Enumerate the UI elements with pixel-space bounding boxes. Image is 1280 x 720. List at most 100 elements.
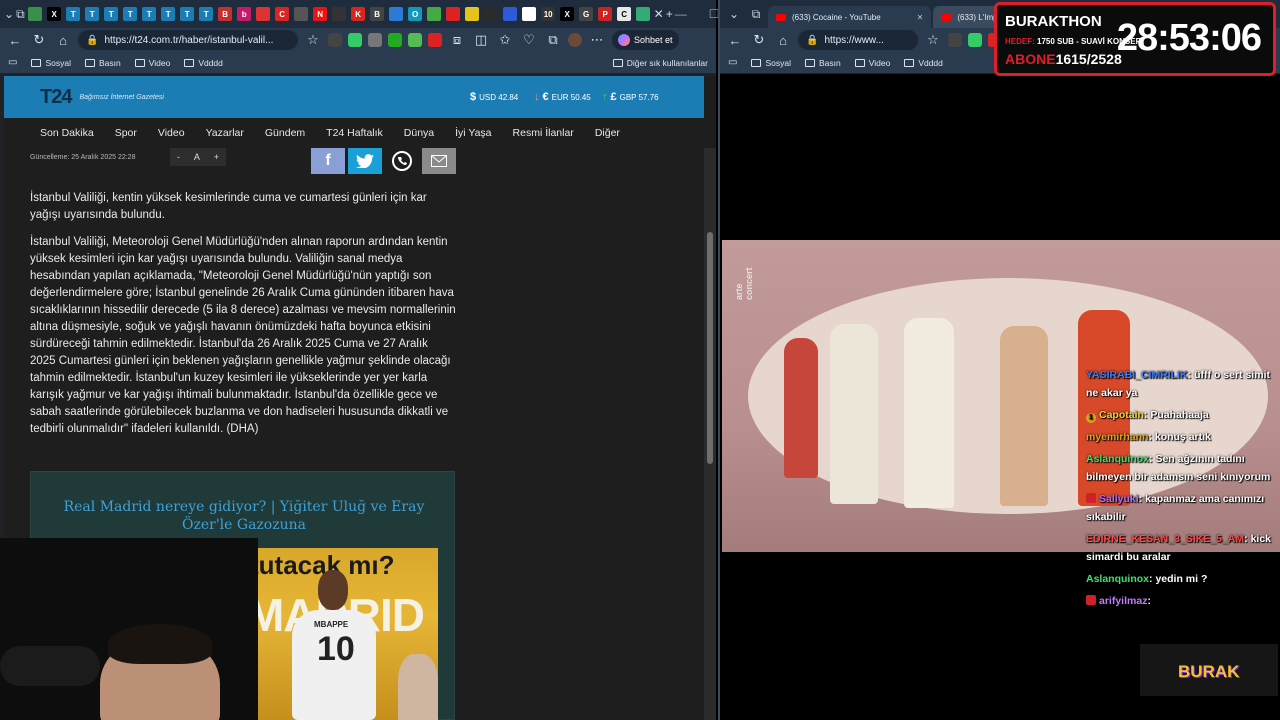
tab-favicon[interactable]: [256, 7, 271, 21]
tab-favicon[interactable]: N: [313, 7, 328, 21]
promo-thumbnail[interactable]: tutacak mı? MADRID MBAPPE 10: [254, 548, 438, 720]
tab-favicon[interactable]: C: [617, 7, 632, 21]
tab-favicon[interactable]: X: [560, 7, 575, 21]
tab-favicon[interactable]: [332, 7, 347, 21]
tab-favicon[interactable]: G: [579, 7, 594, 21]
tab-favicon[interactable]: [484, 7, 499, 21]
tab-favicon[interactable]: B: [218, 7, 233, 21]
extension-icon[interactable]: [428, 33, 442, 47]
workspaces-icon[interactable]: ⧉: [16, 4, 25, 24]
close-tab-icon[interactable]: ✕: [917, 13, 924, 22]
site-logo[interactable]: T24: [40, 86, 72, 109]
tab-favicon[interactable]: [465, 7, 480, 21]
nav-item[interactable]: Yazarlar: [206, 127, 244, 139]
new-tab-button[interactable]: +: [666, 4, 673, 24]
bookmark-folder[interactable]: Vdddd: [184, 58, 223, 68]
copilot-button[interactable]: Sohbet et: [612, 30, 679, 50]
facebook-icon[interactable]: f: [311, 148, 345, 174]
nav-item[interactable]: Gündem: [265, 127, 305, 139]
star-icon[interactable]: ☆: [924, 31, 942, 49]
nav-item[interactable]: Resmi İlanlar: [513, 127, 574, 139]
chat-username[interactable]: Sallyuki: [1099, 493, 1139, 505]
extension-icon[interactable]: [408, 33, 422, 47]
font-decrease-button[interactable]: -: [177, 152, 180, 162]
font-reset-button[interactable]: A: [194, 152, 200, 162]
chat-username[interactable]: Aslanquinox: [1086, 573, 1149, 585]
home-icon[interactable]: ⌂: [774, 31, 792, 49]
chat-username[interactable]: myemirhann: [1086, 431, 1148, 443]
video-player[interactable]: arte concert YASIRABI_CIMRILIK: üfff o s…: [722, 76, 1280, 720]
home-icon[interactable]: ⌂: [54, 31, 72, 49]
email-icon[interactable]: [422, 148, 456, 174]
bookmark-folder[interactable]: Video: [854, 58, 890, 68]
other-favorites[interactable]: Diğer sık kullanılanlar: [612, 58, 708, 68]
puzzle-icon[interactable]: ⧈: [448, 31, 466, 49]
chat-username[interactable]: arifyilmaz: [1099, 595, 1147, 607]
profile-avatar[interactable]: [568, 33, 582, 47]
collections-icon[interactable]: ⧉: [544, 31, 562, 49]
refresh-icon[interactable]: ↻: [30, 31, 48, 49]
extension-icon[interactable]: [968, 33, 982, 47]
chat-username[interactable]: YASIRABI_CIMRILIK: [1086, 369, 1188, 381]
page-scrollbar[interactable]: [704, 148, 716, 720]
more-icon[interactable]: ⋯: [588, 31, 606, 49]
tab-favicon[interactable]: [427, 7, 442, 21]
favorites-icon[interactable]: ✩: [496, 31, 514, 49]
tab-favicon[interactable]: [28, 7, 43, 21]
address-bar[interactable]: 🔒 https://t24.com.tr/haber/istanbul-vali…: [78, 30, 298, 50]
twitter-icon[interactable]: [348, 148, 382, 174]
tab-favicon[interactable]: T: [123, 7, 138, 21]
tab-favicon[interactable]: [503, 7, 518, 21]
extension-icon[interactable]: [328, 33, 342, 47]
bookmark-folder[interactable]: Basın: [804, 58, 841, 68]
tab-favicon[interactable]: O: [408, 7, 423, 21]
minimize-icon[interactable]: —: [675, 7, 687, 21]
chat-username[interactable]: Capotain: [1099, 409, 1144, 421]
tab-list-button[interactable]: ⌄: [724, 4, 744, 24]
nav-item[interactable]: T24 Haftalık: [326, 127, 383, 139]
sidebar-icon[interactable]: ▭: [728, 57, 737, 68]
tab-favicon[interactable]: B: [370, 7, 385, 21]
tab-favicon[interactable]: [294, 7, 309, 21]
address-bar[interactable]: 🔒 https://www...: [798, 30, 918, 50]
bookmark-folder[interactable]: Vdddd: [904, 58, 943, 68]
tab-favicon[interactable]: 10: [541, 7, 556, 21]
tab-list-button[interactable]: ⌄: [4, 4, 14, 24]
extension-icon[interactable]: [348, 33, 362, 47]
extension-icon[interactable]: [368, 33, 382, 47]
bookmark-folder[interactable]: Sosyal: [751, 58, 791, 68]
tab-favicon[interactable]: [389, 7, 404, 21]
nav-item[interactable]: Son Dakika: [40, 127, 94, 139]
scrollbar-thumb[interactable]: [707, 232, 713, 464]
tab-youtube[interactable]: (633) Cocaine - YouTube ✕: [768, 6, 932, 28]
split-screen-icon[interactable]: ◫: [472, 31, 490, 49]
tab-favicon[interactable]: K: [351, 7, 366, 21]
nav-item[interactable]: Spor: [115, 127, 137, 139]
tab-favicon[interactable]: T: [161, 7, 176, 21]
tab-favicon[interactable]: [522, 7, 537, 21]
extension-icon[interactable]: [948, 33, 962, 47]
back-icon[interactable]: ←: [726, 31, 744, 49]
nav-item[interactable]: İyi Yaşa: [455, 127, 491, 139]
close-tab-icon[interactable]: ✕: [654, 4, 664, 24]
nav-item[interactable]: Diğer: [595, 127, 620, 139]
back-icon[interactable]: ←: [6, 31, 24, 49]
nav-item[interactable]: Dünya: [404, 127, 434, 139]
tab-favicon[interactable]: T: [180, 7, 195, 21]
tab-favicon[interactable]: b: [237, 7, 252, 21]
chat-username[interactable]: EDIRNE_KESAN_3_SIKE_5_AM: [1086, 533, 1244, 545]
refresh-icon[interactable]: ↻: [750, 31, 768, 49]
tab-favicon[interactable]: T: [199, 7, 214, 21]
bookmark-folder[interactable]: Video: [134, 58, 170, 68]
tab-favicon[interactable]: P: [598, 7, 613, 21]
font-increase-button[interactable]: +: [214, 152, 219, 162]
nav-item[interactable]: Video: [158, 127, 185, 139]
tab-favicon[interactable]: T: [142, 7, 157, 21]
tab-favicon[interactable]: T: [85, 7, 100, 21]
chat-username[interactable]: Aslanquinox: [1086, 453, 1149, 465]
promo-title[interactable]: Real Madrid nereye gidiyor? | Yiğiter Ul…: [47, 498, 441, 534]
tab-favicon[interactable]: X: [47, 7, 62, 21]
tab-favicon[interactable]: C: [275, 7, 290, 21]
heart-icon[interactable]: ♡: [520, 31, 538, 49]
tab-favicon[interactable]: [636, 7, 651, 21]
